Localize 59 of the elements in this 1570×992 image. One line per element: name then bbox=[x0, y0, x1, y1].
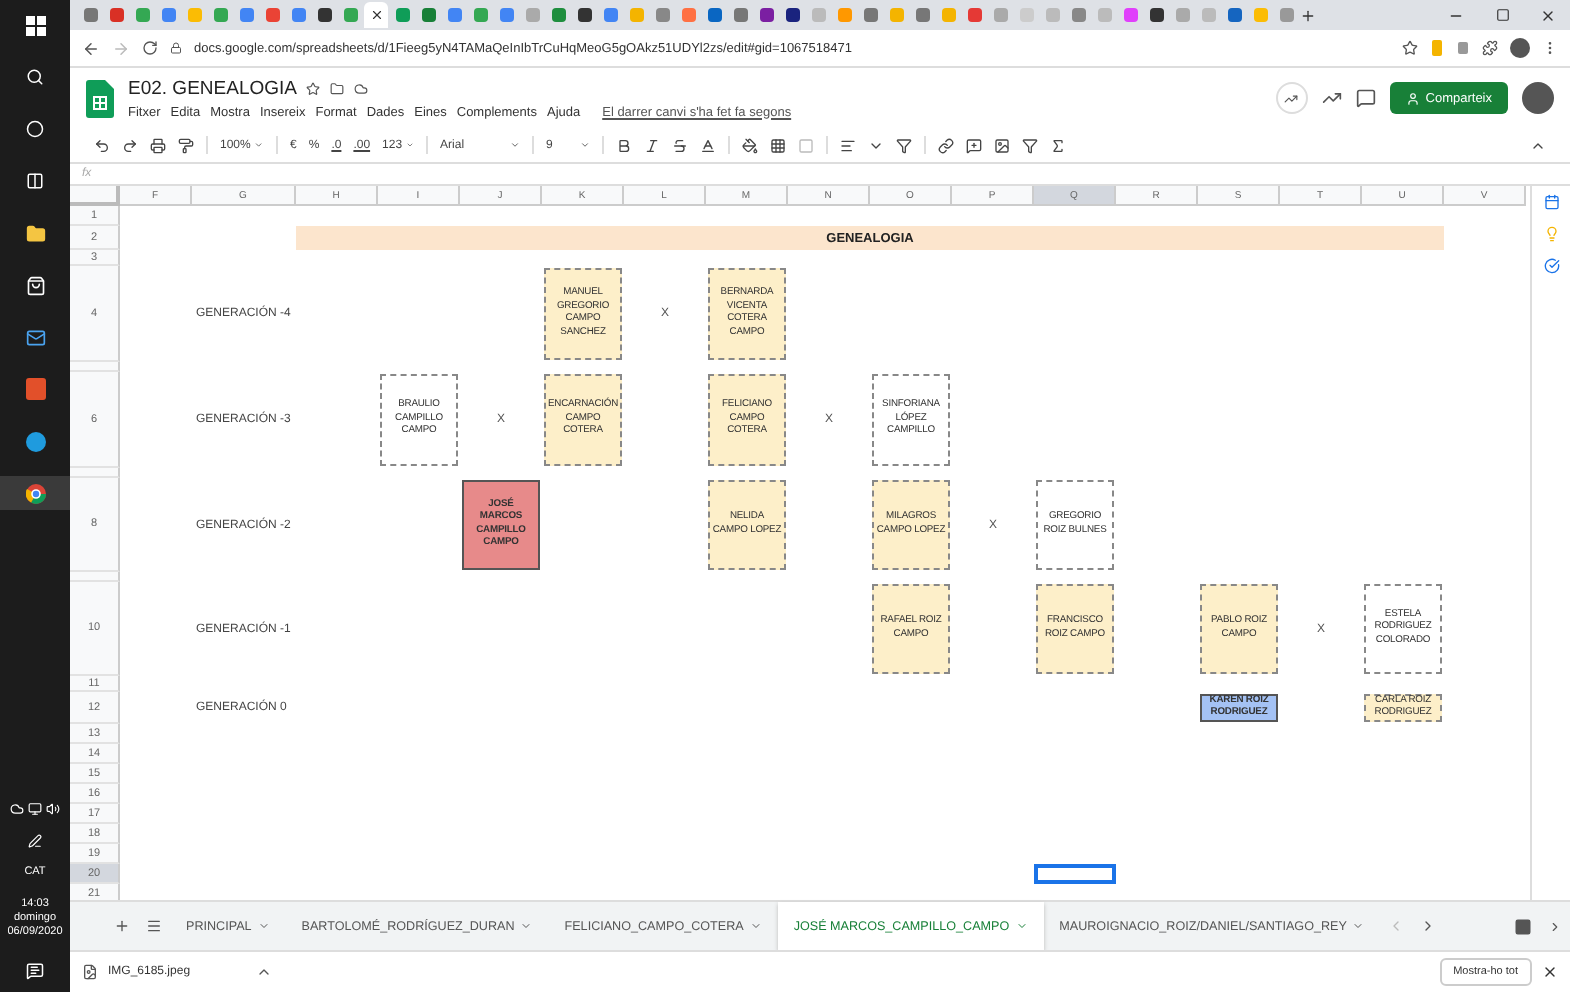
caret-icon bbox=[580, 140, 591, 150]
caret-icon bbox=[1015, 920, 1028, 932]
star-icon[interactable] bbox=[306, 81, 321, 95]
caret-icon bbox=[257, 920, 270, 932]
tasks-icon[interactable] bbox=[1543, 258, 1559, 274]
caret-icon bbox=[510, 140, 521, 150]
speaker-icon[interactable] bbox=[46, 802, 60, 816]
browser-tab[interactable] bbox=[754, 2, 778, 28]
browser-tab[interactable] bbox=[1144, 2, 1168, 28]
folder-icon[interactable] bbox=[330, 81, 345, 95]
functions-icon[interactable] bbox=[1050, 137, 1067, 153]
link-icon[interactable] bbox=[938, 137, 955, 153]
activity-button[interactable] bbox=[1275, 82, 1308, 114]
lock-icon[interactable] bbox=[170, 42, 182, 54]
filter-icon[interactable] bbox=[1022, 137, 1039, 153]
avatar[interactable] bbox=[1522, 82, 1554, 114]
caret-icon bbox=[520, 920, 533, 932]
browser-tab[interactable] bbox=[572, 2, 596, 28]
browser-tab[interactable] bbox=[312, 2, 336, 28]
extensions-icon[interactable] bbox=[1482, 40, 1498, 56]
cloud-icon[interactable] bbox=[354, 81, 369, 95]
chrome-icon[interactable] bbox=[0, 476, 70, 510]
notifications-icon[interactable] bbox=[26, 962, 44, 980]
reload-icon[interactable] bbox=[142, 40, 158, 56]
close-icon[interactable] bbox=[1542, 964, 1558, 980]
selected-cell[interactable] bbox=[1034, 864, 1116, 884]
calendar-icon[interactable] bbox=[1543, 194, 1559, 210]
pen-icon[interactable] bbox=[28, 834, 42, 848]
text-color-icon[interactable] bbox=[700, 137, 717, 153]
caret-icon bbox=[254, 140, 264, 150]
comment-icon[interactable] bbox=[1355, 88, 1376, 108]
strikethrough-icon[interactable] bbox=[672, 137, 689, 153]
trend-icon[interactable] bbox=[1321, 88, 1342, 108]
browser-tab[interactable] bbox=[780, 2, 804, 28]
star-icon[interactable] bbox=[1402, 40, 1418, 56]
sheets-logo-icon[interactable] bbox=[86, 79, 114, 117]
caret-icon bbox=[749, 920, 762, 932]
fill-color-icon[interactable] bbox=[742, 137, 759, 153]
chart-icon[interactable] bbox=[994, 137, 1011, 153]
back-icon[interactable] bbox=[82, 39, 100, 57]
paint-format-icon[interactable] bbox=[178, 137, 194, 153]
document-title[interactable]: E02. GENEALOGIA bbox=[128, 77, 297, 99]
print-icon[interactable] bbox=[150, 137, 166, 153]
bold-icon[interactable] bbox=[616, 137, 633, 153]
trend-icon bbox=[1284, 91, 1299, 105]
caret-icon bbox=[1352, 920, 1365, 932]
new-tab-icon[interactable] bbox=[1300, 7, 1316, 23]
avatar[interactable] bbox=[1510, 38, 1530, 58]
person-icon bbox=[1405, 91, 1420, 105]
chevron-up-icon[interactable] bbox=[256, 964, 273, 980]
comment-icon[interactable] bbox=[966, 137, 983, 153]
align-icon[interactable] bbox=[840, 137, 857, 153]
undo-icon[interactable] bbox=[94, 137, 110, 153]
close-icon[interactable] bbox=[369, 8, 383, 22]
italic-icon[interactable] bbox=[644, 137, 661, 153]
borders-icon[interactable] bbox=[770, 137, 787, 153]
file-icon bbox=[82, 964, 98, 980]
monitor-icon[interactable] bbox=[28, 802, 42, 816]
redo-icon[interactable] bbox=[122, 137, 138, 153]
